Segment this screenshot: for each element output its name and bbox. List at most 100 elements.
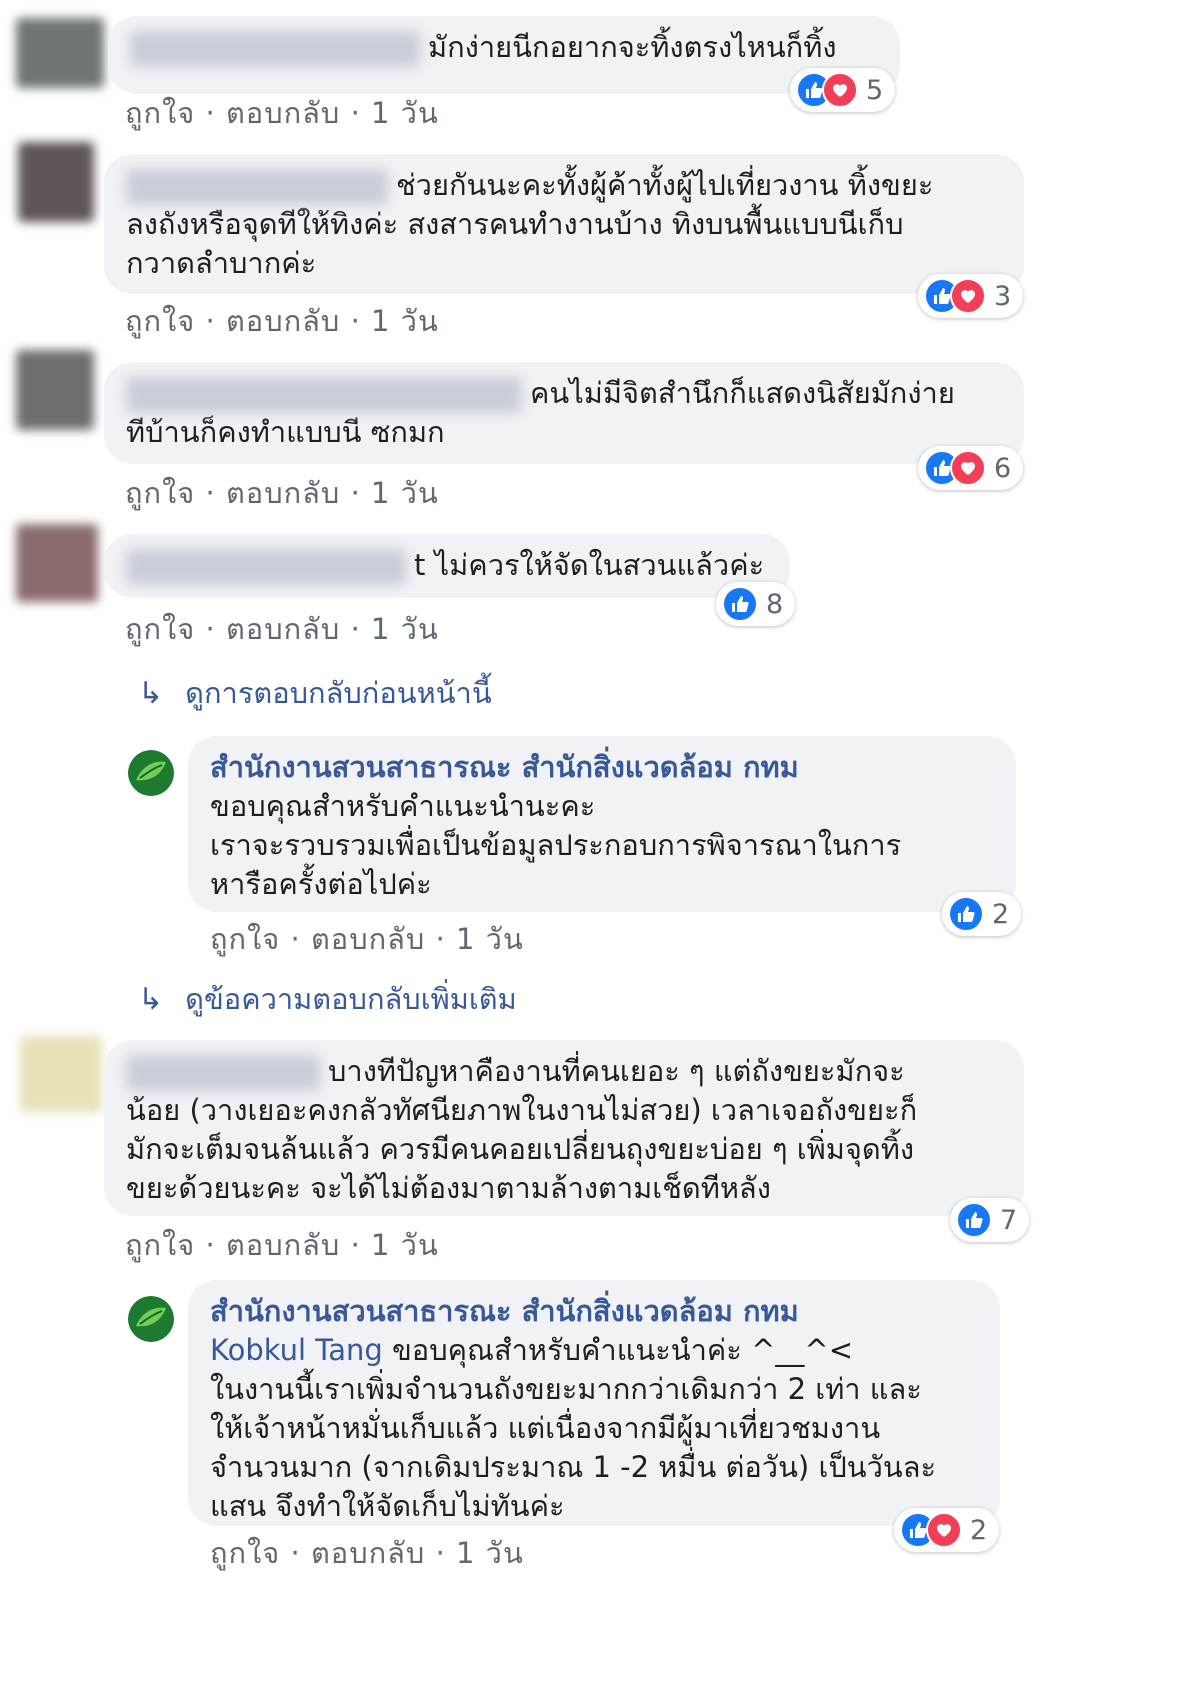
commenter-name[interactable]: [126, 169, 388, 205]
comment-text-line: ทีบ้านก็คงทำแบบนี ซกมก: [126, 415, 445, 449]
commenter-name[interactable]: [130, 31, 420, 67]
reply-link[interactable]: ตอบกลับ: [226, 612, 340, 646]
reaction-summary[interactable]: 8: [716, 582, 796, 626]
mention-link[interactable]: Kobkul Tang: [210, 1333, 383, 1367]
commenter-name[interactable]: [126, 549, 406, 585]
timestamp[interactable]: 1 วัน: [371, 304, 439, 338]
view-previous-replies[interactable]: ↳ ดูการตอบกลับก่อนหน้านี้: [138, 670, 492, 716]
comment-bubble: ช่วยกันนะคะทั้งผู้ค้าทั้งผู้ไปเที่ยวงาน …: [104, 154, 1024, 294]
comment-text-line: กวาดลำบากค่ะ: [126, 246, 317, 280]
reply-text-line: แสน จึงทำให้จัดเก็บไม่ทันค่ะ: [210, 1489, 565, 1523]
reply-actions: ถูกใจ · ตอบกลับ · 1 วัน: [210, 916, 524, 962]
separator: ·: [205, 612, 216, 646]
page-avatar[interactable]: [128, 750, 174, 796]
like-icon: [956, 1202, 992, 1238]
reply-link[interactable]: ตอบกลับ: [226, 96, 340, 130]
view-previous-label: ดูการตอบกลับก่อนหน้านี้: [185, 676, 492, 710]
reply-link[interactable]: ตอบกลับ: [311, 1536, 425, 1570]
timestamp[interactable]: 1 วัน: [371, 476, 439, 510]
reaction-count: 8: [766, 588, 784, 620]
comment-actions: ถูกใจ · ตอบกลับ · 1 วัน: [125, 1222, 439, 1268]
comment-text: มักง่ายนีกอยากจะทิ้งตรงไหนก็ทิ้ง: [428, 30, 837, 64]
view-more-replies[interactable]: ↳ ดูข้อความตอบกลับเพิ่มเติม: [138, 976, 517, 1022]
reply-author[interactable]: สำนักงานสวนสาธารณะ สำนักสิ่งแวดล้อม กทม: [210, 748, 992, 787]
reply-text-line: ให้เจ้าหน้าหมั่นเก็บแล้ว แต่เนื่องจากมีผ…: [210, 1411, 881, 1445]
separator: ·: [350, 304, 361, 338]
comment-actions: ถูกใจ · ตอบกลับ · 1 วัน: [125, 90, 439, 136]
separator: ·: [350, 612, 361, 646]
comment-text: t ไม่ควรให้จัดในสวนแล้วค่ะ: [414, 548, 765, 582]
comment-bubble: คนไม่มีจิตสำนึกก็แสดงนิสัยมักง่าย ทีบ้าน…: [104, 362, 1024, 464]
commenter-avatar[interactable]: [16, 18, 104, 88]
commenter-avatar[interactable]: [16, 524, 98, 602]
reply-text-line: จำนวนมาก (จากเดิมประมาณ 1 -2 หมื่น ต่อวั…: [210, 1450, 937, 1484]
reaction-summary[interactable]: 7: [950, 1198, 1030, 1242]
commenter-name[interactable]: [126, 377, 522, 413]
reaction-count: 2: [992, 898, 1010, 930]
like-link[interactable]: ถูกใจ: [125, 96, 195, 130]
heart-icon: [950, 278, 986, 314]
separator: ·: [350, 1228, 361, 1262]
like-link[interactable]: ถูกใจ: [125, 304, 195, 338]
reply-link[interactable]: ตอบกลับ: [226, 1228, 340, 1262]
like-link[interactable]: ถูกใจ: [210, 1536, 280, 1570]
comment-text-line: น้อย (วางเยอะคงกลัวทัศนียภาพในงานไม่สวย)…: [126, 1093, 918, 1127]
timestamp[interactable]: 1 วัน: [456, 922, 524, 956]
reply-actions: ถูกใจ · ตอบกลับ · 1 วัน: [210, 1530, 524, 1576]
separator: ·: [290, 922, 301, 956]
separator: ·: [205, 476, 216, 510]
like-link[interactable]: ถูกใจ: [125, 1228, 195, 1262]
reply-text-line: เราจะรวบรวมเพื่อเป็นข้อมูลประกอบการพิจาร…: [210, 828, 902, 862]
reply-bubble: สำนักงานสวนสาธารณะ สำนักสิ่งแวดล้อม กทม …: [188, 1280, 1000, 1526]
like-link[interactable]: ถูกใจ: [125, 612, 195, 646]
like-icon: [722, 586, 758, 622]
comment-bubble: t ไม่ควรให้จัดในสวนแล้วค่ะ: [104, 534, 790, 598]
timestamp[interactable]: 1 วัน: [456, 1536, 524, 1570]
timestamp[interactable]: 1 วัน: [371, 1228, 439, 1262]
comment-text-line: ขยะด้วยนะคะ จะได้ไม่ต้องมาตามล้างตามเช็ด…: [126, 1171, 771, 1205]
timestamp[interactable]: 1 วัน: [371, 612, 439, 646]
reply-text-line: ขอบคุณสำหรับคำแนะนำนะคะ: [210, 789, 596, 823]
page-avatar[interactable]: [128, 1296, 174, 1342]
separator: ·: [290, 1536, 301, 1570]
reaction-summary[interactable]: 6: [918, 446, 1024, 490]
commenter-avatar[interactable]: [18, 142, 94, 222]
comment-bubble: บางทีปัญหาคืองานที่คนเยอะ ๆ แต่ถังขยะมัก…: [104, 1040, 1024, 1216]
comment-text-line: คนไม่มีจิตสำนึกก็แสดงนิสัยมักง่าย: [530, 376, 955, 410]
comment-text-line: มักจะเต็มจนล้นแล้ว ควรมีคนคอยเปลี่ยนถุงข…: [126, 1132, 914, 1166]
comment-text-line: ช่วยกันนะคะทั้งผู้ค้าทั้งผู้ไปเที่ยวงาน …: [396, 168, 934, 202]
reaction-summary[interactable]: 2: [942, 892, 1022, 936]
reaction-summary[interactable]: 3: [918, 274, 1024, 318]
reply-link[interactable]: ตอบกลับ: [311, 922, 425, 956]
heart-icon: [926, 1512, 962, 1548]
like-link[interactable]: ถูกใจ: [210, 922, 280, 956]
reaction-count: 6: [994, 452, 1012, 484]
heart-icon: [950, 450, 986, 486]
reaction-count: 3: [994, 280, 1012, 312]
timestamp[interactable]: 1 วัน: [371, 96, 439, 130]
separator: ·: [350, 96, 361, 130]
reply-text-line: ในงานนี้เราเพิ่มจำนวนถังขยะมากกว่าเดิมกว…: [210, 1372, 922, 1406]
separator: ·: [435, 922, 446, 956]
reaction-summary[interactable]: 2: [894, 1508, 1000, 1552]
commenter-avatar[interactable]: [20, 1036, 102, 1112]
reply-author[interactable]: สำนักงานสวนสาธารณะ สำนักสิ่งแวดล้อม กทม: [210, 1292, 976, 1331]
separator: ·: [205, 304, 216, 338]
reply-link[interactable]: ตอบกลับ: [226, 304, 340, 338]
commenter-avatar[interactable]: [16, 350, 94, 430]
separator: ·: [435, 1536, 446, 1570]
separator: ·: [205, 96, 216, 130]
reaction-count: 7: [1000, 1204, 1018, 1236]
reply-arrow-icon: ↳: [138, 675, 164, 711]
reaction-summary[interactable]: 5: [790, 68, 896, 112]
reaction-count: 5: [866, 74, 884, 106]
commenter-name[interactable]: [126, 1055, 320, 1091]
reply-text-line: หารือครั้งต่อไปค่ะ: [210, 867, 432, 901]
like-link[interactable]: ถูกใจ: [125, 476, 195, 510]
comment-actions: ถูกใจ · ตอบกลับ · 1 วัน: [125, 606, 439, 652]
reply-link[interactable]: ตอบกลับ: [226, 476, 340, 510]
comment-bubble: มักง่ายนีกอยากจะทิ้งตรงไหนก็ทิ้ง: [108, 16, 900, 94]
view-more-label: ดูข้อความตอบกลับเพิ่มเติม: [185, 982, 517, 1016]
comment-text-line: ลงถังหรือจุดทีให้ทิงค่ะ สงสารคนทำงานบ้าง…: [126, 207, 904, 241]
comment-actions: ถูกใจ · ตอบกลับ · 1 วัน: [125, 298, 439, 344]
